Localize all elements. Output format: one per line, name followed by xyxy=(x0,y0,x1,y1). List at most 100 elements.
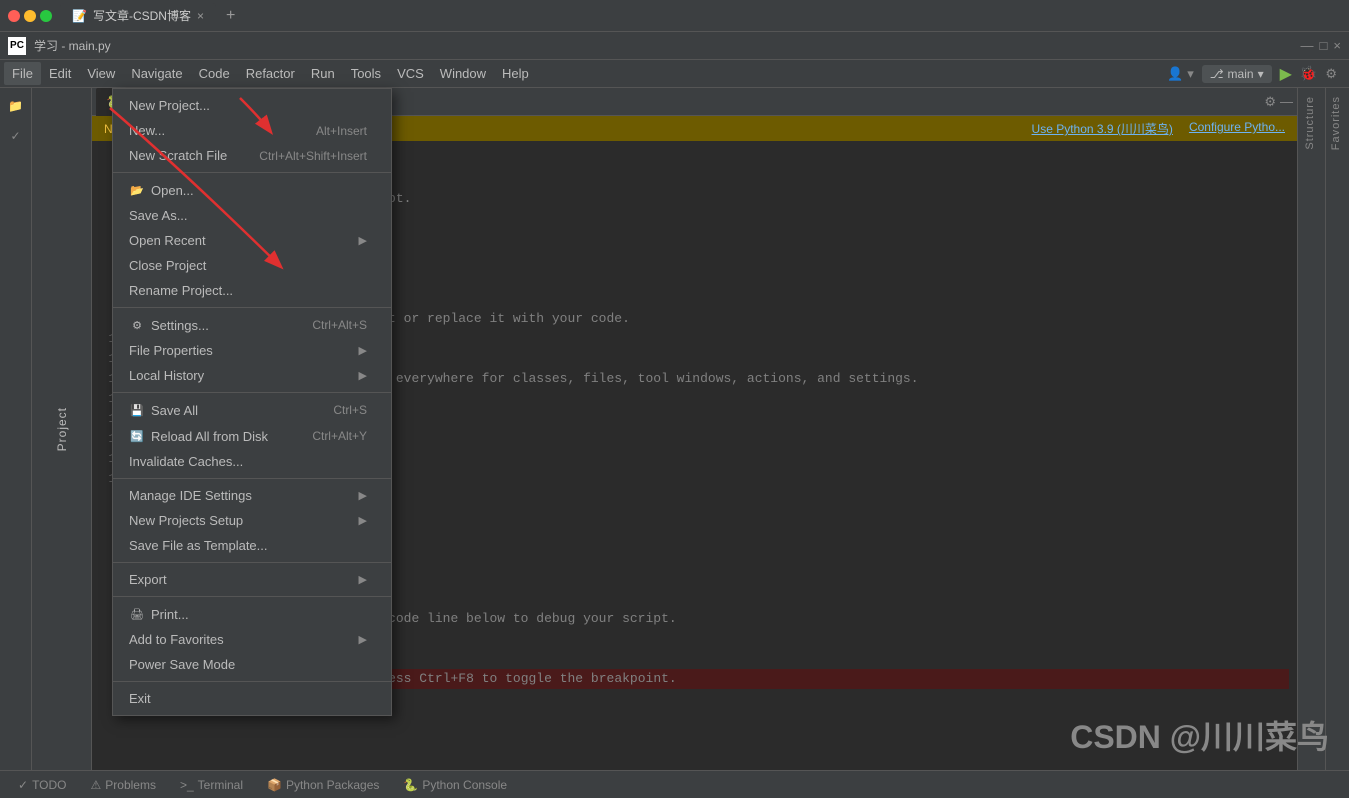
menu-file[interactable]: File xyxy=(4,62,41,85)
sidebar-commit-icon[interactable]: ✓ xyxy=(2,122,30,150)
todo-icon: ✓ xyxy=(18,778,28,792)
save-all-shortcut: Ctrl+S xyxy=(333,403,367,417)
menu-manage-ide[interactable]: Manage IDE Settings ▶ xyxy=(113,483,391,508)
menu-power-save[interactable]: Power Save Mode xyxy=(113,652,391,677)
branch-button[interactable]: ⎇ main ▾ xyxy=(1202,65,1272,83)
close-btn[interactable] xyxy=(8,10,20,22)
sidebar-icons: 📁 ✓ xyxy=(0,88,32,770)
configure-interpreter-link[interactable]: Configure Pytho... xyxy=(1189,120,1285,137)
new-project-label: New Project... xyxy=(129,98,210,113)
menubar-right: 👤 ▾ ⎇ main ▾ ▶ 🐞 ⚙ xyxy=(1167,64,1345,84)
save-all-label: Save All xyxy=(151,403,198,418)
menu-window[interactable]: Window xyxy=(432,62,494,85)
ide-logo: PC xyxy=(8,37,26,55)
bottom-tabs: ✓ TODO ⚠ Problems >_ Terminal 📦 Python P… xyxy=(0,770,1349,798)
menu-exit[interactable]: Exit xyxy=(113,686,391,711)
terminal-tab[interactable]: >_ Terminal xyxy=(170,774,253,796)
settings-shortcut: Ctrl+Alt+S xyxy=(312,318,367,332)
problems-label: Problems xyxy=(105,778,156,792)
menu-run[interactable]: Run xyxy=(303,62,343,85)
sidebar-project-icon[interactable]: 📁 xyxy=(2,92,30,120)
menu-view[interactable]: View xyxy=(79,62,123,85)
project-panel[interactable]: Project xyxy=(32,88,92,770)
settings-icon[interactable]: ⚙ xyxy=(1264,94,1276,110)
debug-button[interactable]: 🐞 xyxy=(1300,65,1317,82)
branch-label: main xyxy=(1228,67,1254,81)
problems-tab[interactable]: ⚠ Problems xyxy=(81,774,166,796)
open-recent-label: Open Recent xyxy=(129,233,206,248)
print-icon: 🖨 xyxy=(129,606,145,622)
menu-open-recent[interactable]: Open Recent ▶ xyxy=(113,228,391,253)
user-icon[interactable]: 👤 ▾ xyxy=(1167,66,1193,82)
menu-local-history[interactable]: Local History ▶ xyxy=(113,363,391,388)
ide-maximize-icon[interactable]: □ xyxy=(1320,38,1328,53)
manage-ide-arrow: ▶ xyxy=(359,489,367,502)
menu-navigate[interactable]: Navigate xyxy=(123,62,190,85)
menu-print[interactable]: 🖨 Print... xyxy=(113,601,391,627)
separator-7 xyxy=(113,681,391,682)
menu-save-all[interactable]: 💾 Save All Ctrl+S xyxy=(113,397,391,423)
menu-new-scratch[interactable]: New Scratch File Ctrl+Alt+Shift+Insert xyxy=(113,143,391,168)
menu-edit[interactable]: Edit xyxy=(41,62,79,85)
python-packages-tab[interactable]: 📦 Python Packages xyxy=(257,774,389,796)
reload-label: Reload All from Disk xyxy=(151,429,268,444)
menu-new-project[interactable]: New Project... xyxy=(113,93,391,118)
menu-export[interactable]: Export ▶ xyxy=(113,567,391,592)
menu-close-project[interactable]: Close Project xyxy=(113,253,391,278)
minimize-editor-icon[interactable]: — xyxy=(1280,94,1293,109)
tab-favicon: 📝 xyxy=(72,9,87,23)
add-favorites-arrow: ▶ xyxy=(359,633,367,646)
terminal-label: Terminal xyxy=(198,778,243,792)
todo-tab[interactable]: ✓ TODO xyxy=(8,774,77,796)
new-projects-setup-label: New Projects Setup xyxy=(129,513,243,528)
menu-new[interactable]: New... Alt+Insert xyxy=(113,118,391,143)
add-favorites-label: Add to Favorites xyxy=(129,632,224,647)
favorites-panel-label[interactable]: Favorites xyxy=(1326,88,1349,158)
menu-file-properties[interactable]: File Properties ▶ xyxy=(113,338,391,363)
menu-reload-disk[interactable]: 🔄 Reload All from Disk Ctrl+Alt+Y xyxy=(113,423,391,449)
reload-shortcut: Ctrl+Alt+Y xyxy=(312,429,367,443)
menu-code[interactable]: Code xyxy=(191,62,238,85)
separator-5 xyxy=(113,562,391,563)
use-interpreter-link[interactable]: Use Python 3.9 (川川菜鸟) xyxy=(1032,120,1173,137)
branch-arrow-icon: ▾ xyxy=(1258,67,1264,81)
python-console-tab[interactable]: 🐍 Python Console xyxy=(393,774,517,796)
todo-label: TODO xyxy=(32,778,66,792)
menu-vcs[interactable]: VCS xyxy=(389,62,432,85)
manage-ide-label: Manage IDE Settings xyxy=(129,488,252,503)
packages-label: Python Packages xyxy=(286,778,379,792)
run-button[interactable]: ▶ xyxy=(1280,64,1292,84)
structure-panel-label[interactable]: Structure xyxy=(1298,88,1325,158)
new-scratch-shortcut: Ctrl+Alt+Shift+Insert xyxy=(259,149,367,163)
menu-rename-project[interactable]: Rename Project... xyxy=(113,278,391,303)
separator-2 xyxy=(113,307,391,308)
menu-new-projects-setup[interactable]: New Projects Setup ▶ xyxy=(113,508,391,533)
print-label: Print... xyxy=(151,607,189,622)
separator-3 xyxy=(113,392,391,393)
menu-save-as[interactable]: Save As... xyxy=(113,203,391,228)
menu-open[interactable]: 📂 Open... xyxy=(113,177,391,203)
console-label: Python Console xyxy=(422,778,507,792)
menu-save-template[interactable]: Save File as Template... xyxy=(113,533,391,558)
menu-help[interactable]: Help xyxy=(494,62,537,85)
ide-close-icon[interactable]: × xyxy=(1333,38,1341,53)
ide-titlebar: PC 学习 - main.py — □ × xyxy=(0,32,1349,60)
new-tab-button[interactable]: + xyxy=(222,7,239,25)
menu-tools[interactable]: Tools xyxy=(343,62,389,85)
menu-refactor[interactable]: Refactor xyxy=(238,62,303,85)
browser-chrome: 📝 写文章-CSDN博客 × + xyxy=(0,0,1349,32)
maximize-btn[interactable] xyxy=(40,10,52,22)
gear-icon[interactable]: ⚙ xyxy=(1325,66,1337,82)
tab-close-icon[interactable]: × xyxy=(197,9,204,23)
menu-settings[interactable]: ⚙ Settings... Ctrl+Alt+S xyxy=(113,312,391,338)
menu-add-favorites[interactable]: Add to Favorites ▶ xyxy=(113,627,391,652)
editor-toolbar: ⚙ — xyxy=(1264,94,1293,110)
tab-label: 写文章-CSDN博客 xyxy=(93,7,191,24)
menu-invalidate-caches[interactable]: Invalidate Caches... xyxy=(113,449,391,474)
separator-4 xyxy=(113,478,391,479)
save-as-label: Save As... xyxy=(129,208,188,223)
ide-title: 学习 - main.py xyxy=(34,37,111,54)
minimize-btn[interactable] xyxy=(24,10,36,22)
ide-minimize-icon[interactable]: — xyxy=(1301,38,1314,53)
browser-tab[interactable]: 📝 写文章-CSDN博客 × xyxy=(60,3,216,28)
